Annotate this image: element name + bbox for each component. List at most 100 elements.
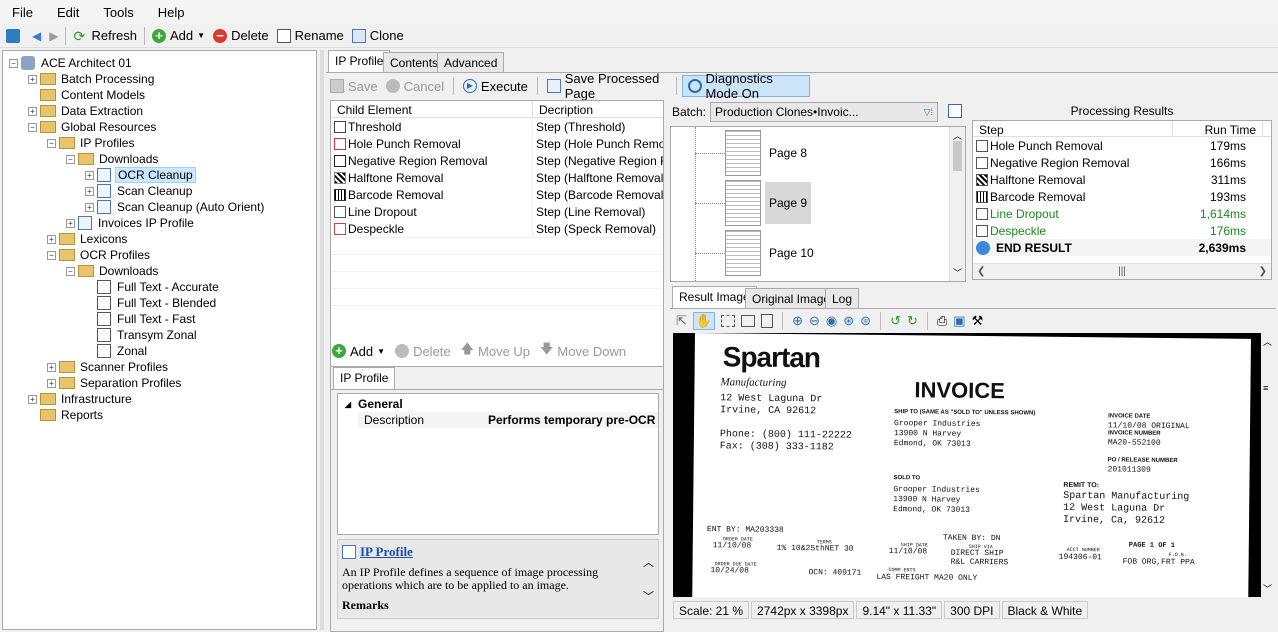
expand-icon[interactable]: + — [47, 378, 56, 388]
table-row[interactable]: Hole Punch RemovalStep (Hole Punch Remov… — [331, 135, 663, 152]
column-header-description[interactable]: Decription — [533, 101, 663, 117]
result-row[interactable]: Hole Punch Removal 179ms — [973, 137, 1271, 154]
table-row[interactable]: Halftone Removal Step (Halftone Removal) — [331, 169, 663, 186]
splitter[interactable] — [320, 50, 324, 630]
expand-icon[interactable]: + — [47, 362, 56, 372]
tree-node[interactable]: − Downloads — [66, 263, 160, 279]
table-row[interactable]: Threshold Step (Threshold) — [331, 118, 663, 135]
expand-icon[interactable]: + — [85, 170, 94, 180]
page-thumbnail[interactable]: Page 9 — [695, 179, 812, 227]
scroll-up-icon[interactable]: ︿ — [643, 554, 654, 570]
rotate-left-icon[interactable]: ↺ — [890, 313, 901, 329]
tree-node[interactable]: + Lexicons — [47, 231, 129, 247]
column-header-child-element[interactable]: Child Element — [331, 101, 533, 117]
tree-node[interactable]: − Downloads — [66, 151, 160, 167]
tree-node[interactable]: Reports — [28, 407, 105, 423]
column-header-run-time[interactable]: Run Time — [1173, 121, 1263, 137]
image-scrollbar[interactable]: ︿ ≡ ﹀ — [1261, 333, 1275, 597]
expand-icon[interactable]: + — [28, 74, 37, 84]
result-row[interactable]: Barcode Removal 193ms — [973, 188, 1271, 205]
collapse-icon[interactable]: ◢ — [338, 400, 358, 409]
save-image-icon[interactable]: ▣ — [953, 313, 965, 329]
refresh-button[interactable]: ⟳ Refresh — [69, 25, 141, 47]
tree-node[interactable]: Full Text - Blended — [85, 295, 218, 311]
tab-result-image[interactable]: Result Image — [672, 286, 757, 308]
property-row-description[interactable]: Description Performs temporary pre-OCR — [358, 412, 658, 428]
collapse-icon[interactable]: − — [66, 154, 75, 164]
collapse-icon[interactable]: − — [47, 138, 56, 148]
batch-document-icon[interactable] — [948, 104, 962, 118]
tree-node[interactable]: Full Text - Accurate — [85, 279, 221, 295]
collapse-icon[interactable]: − — [28, 122, 37, 132]
print-icon[interactable]: ⎙ — [937, 313, 947, 329]
menu-file[interactable]: File — [0, 5, 45, 20]
tree-node[interactable]: + Infrastructure — [28, 391, 134, 407]
zoom-out-icon[interactable]: ⊖ — [809, 313, 820, 329]
tab-log[interactable]: Log — [825, 288, 860, 308]
tree-node[interactable]: Content Models — [28, 87, 147, 103]
vertical-scrollbar[interactable]: ︿ ﹀ — [949, 127, 965, 281]
tree-node[interactable]: + OCR Cleanup — [85, 167, 196, 183]
cancel-button[interactable]: Cancel — [385, 79, 450, 94]
result-row[interactable]: Line Dropout 1,614ms — [973, 205, 1271, 222]
diagnostics-mode-toggle[interactable]: Diagnostics Mode On — [681, 71, 810, 101]
crop-icon[interactable] — [741, 315, 756, 327]
tree-node[interactable]: Transym Zonal — [85, 327, 199, 343]
collapse-icon[interactable]: − — [9, 58, 18, 68]
move-up-button[interactable]: 🡅 Move Up — [461, 340, 540, 362]
tree-node[interactable]: + Scan Cleanup — [85, 183, 194, 199]
expand-icon[interactable]: + — [66, 218, 75, 228]
tree-node[interactable]: + Separation Profiles — [47, 375, 183, 391]
delete-button[interactable]: − Delete — [209, 25, 273, 47]
column-header-step[interactable]: Step — [973, 121, 1173, 137]
table-row[interactable]: Negative Region Removal Step (Negative Re… — [331, 152, 663, 169]
menu-edit[interactable]: Edit — [45, 5, 91, 20]
rotate-right-icon[interactable]: ↻ — [907, 313, 918, 329]
tree-node[interactable]: + Data Extraction — [28, 103, 145, 119]
zoom-actual-icon[interactable]: ◉ — [826, 313, 837, 329]
settings-icon[interactable]: ⚒ — [972, 313, 984, 329]
collapse-icon[interactable]: − — [66, 266, 75, 276]
expand-icon[interactable]: + — [28, 106, 37, 116]
expand-icon[interactable]: + — [85, 202, 94, 212]
tree-node[interactable]: + Scan Cleanup (Auto Orient) — [85, 199, 266, 215]
tree-node[interactable]: − IP Profiles — [47, 135, 136, 151]
rename-button[interactable]: Rename — [273, 25, 348, 47]
expand-icon[interactable]: + — [85, 186, 94, 196]
scroll-down-icon[interactable]: ﹀ — [643, 588, 654, 604]
tree-node[interactable]: + Invoices IP Profile — [66, 215, 196, 231]
result-row[interactable]: Despeckle 176ms — [973, 222, 1271, 239]
forward-button[interactable]: ▶ — [45, 25, 62, 47]
tree-node[interactable]: + Batch Processing — [28, 71, 156, 87]
horizontal-scrollbar[interactable]: ❮ ||| ❯ — [973, 263, 1271, 279]
save-button[interactable]: Save — [330, 79, 386, 94]
end-result-row[interactable]: END RESULT 2,639ms — [973, 239, 1271, 256]
tab-contents[interactable]: Contents — [383, 52, 446, 72]
grid-add-button[interactable]: + Add ▼ — [332, 344, 395, 359]
tree-node[interactable]: − OCR Profiles — [47, 247, 152, 263]
pan-icon[interactable]: ✋ — [692, 312, 716, 330]
tree-node[interactable]: + Scanner Profiles — [47, 359, 170, 375]
image-canvas[interactable]: Spartan Manufacturing INVOICE 12 West La… — [673, 333, 1261, 597]
collapse-icon[interactable]: − — [47, 250, 56, 260]
table-row[interactable]: Barcode Removal Step (Barcode Removal) — [331, 186, 663, 203]
home-button[interactable] — [2, 25, 28, 47]
menu-help[interactable]: Help — [146, 5, 197, 20]
page-thumbnail[interactable]: Page 8 — [695, 129, 811, 177]
execute-button[interactable]: ▶ Execute — [457, 79, 534, 94]
back-button[interactable]: ◀ — [28, 25, 45, 47]
tree-node[interactable]: Zonal — [85, 343, 149, 359]
zoom-in-icon[interactable]: ⊕ — [792, 313, 803, 329]
tab-advanced[interactable]: Advanced — [437, 52, 505, 72]
result-row[interactable]: Negative Region Removal 166ms — [973, 154, 1271, 171]
select-region-icon[interactable] — [721, 315, 736, 327]
tab-property-ip-profile[interactable]: IP Profile — [333, 367, 396, 389]
tree-node[interactable]: − ACE Architect 01 — [9, 55, 134, 71]
page-view-icon[interactable] — [761, 314, 774, 328]
zoom-width-icon[interactable]: ⊜ — [860, 313, 871, 329]
save-processed-page-button[interactable]: Save Processed Page — [541, 71, 673, 101]
help-title-link[interactable]: IP Profile — [360, 544, 413, 560]
grid-delete-button[interactable]: Delete — [395, 344, 461, 359]
menu-tools[interactable]: Tools — [91, 5, 145, 20]
tree-node[interactable]: Full Text - Fast — [85, 311, 197, 327]
